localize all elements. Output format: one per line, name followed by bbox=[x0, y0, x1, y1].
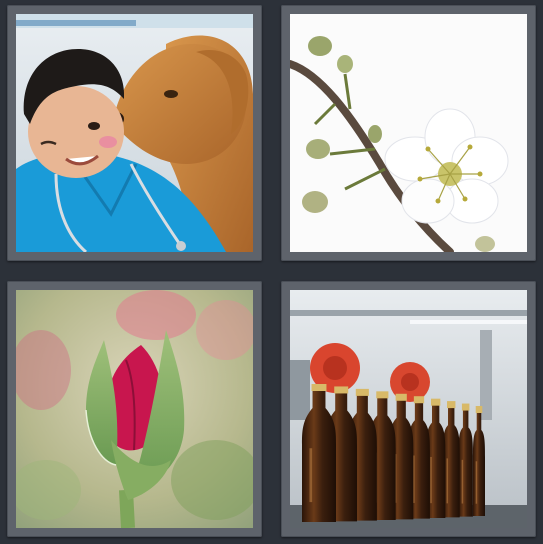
bottle-cap bbox=[461, 403, 470, 411]
bottle-highlight bbox=[475, 461, 478, 504]
bottle-cap bbox=[334, 386, 349, 394]
bottle-cap bbox=[355, 388, 369, 396]
bottle-cap bbox=[395, 393, 407, 401]
picture-tile-rose-bud[interactable] bbox=[7, 281, 262, 537]
blossom-image bbox=[290, 14, 527, 252]
bottle-highlight bbox=[461, 459, 464, 504]
bottle-cap bbox=[447, 401, 456, 409]
picture-tile-bottles[interactable] bbox=[281, 281, 536, 537]
picture-tile-vet-dog[interactable] bbox=[7, 5, 262, 261]
bottle-cap bbox=[311, 384, 327, 391]
vet-dog-image bbox=[16, 14, 253, 252]
bottle-highlight bbox=[446, 458, 448, 504]
bottle-cap bbox=[413, 396, 425, 404]
bottle-highlight bbox=[309, 448, 313, 503]
picture-tile-blossom[interactable] bbox=[281, 5, 536, 261]
bottle-highlight bbox=[430, 456, 432, 504]
rose-bud-image bbox=[16, 290, 253, 528]
bottles-image bbox=[290, 290, 527, 528]
bottle-cap bbox=[376, 391, 389, 399]
bottle-cap bbox=[475, 406, 483, 413]
puzzle-board bbox=[0, 0, 543, 544]
bottle-cap bbox=[430, 398, 441, 406]
